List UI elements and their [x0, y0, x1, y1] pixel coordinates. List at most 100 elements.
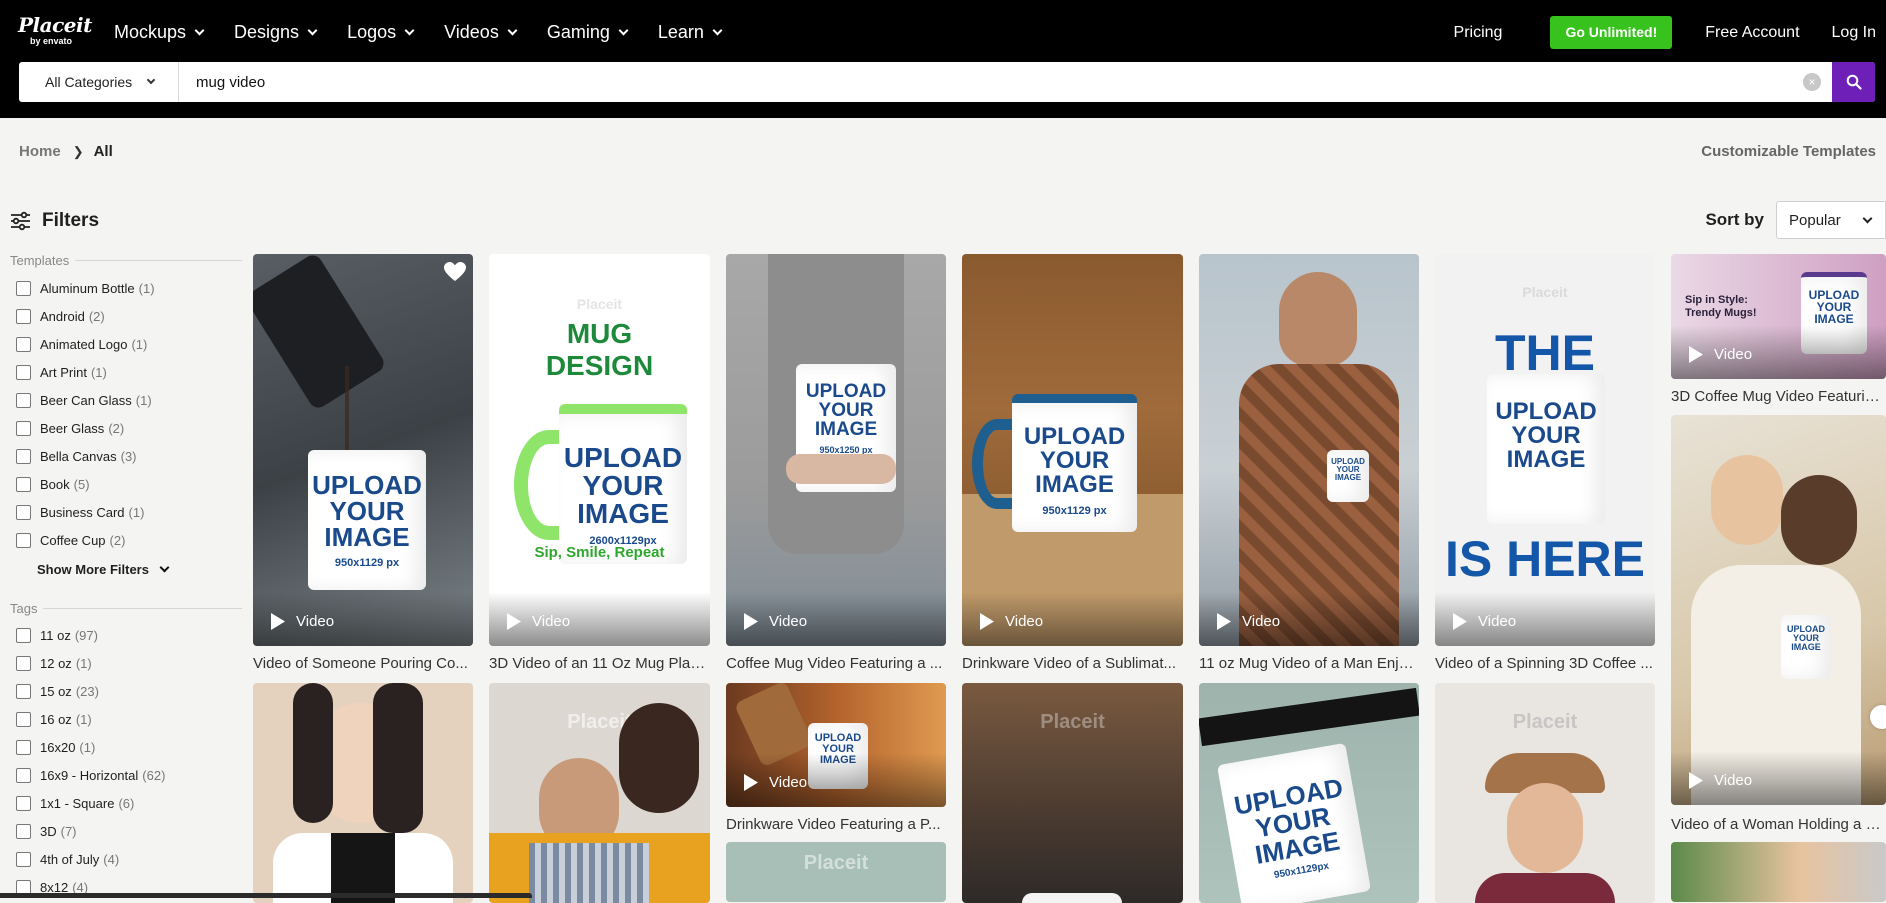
mug-size-text: 950x1129 px	[334, 557, 400, 569]
template-card[interactable]: UPLOAD YOUR IMAGE 950x1250 px Video	[726, 254, 946, 646]
filter-label: Animated Logo	[40, 336, 128, 352]
template-card[interactable]: UPLOADYOURIMAGE Video	[726, 683, 946, 807]
template-card[interactable]: Placeit	[1435, 683, 1655, 903]
template-card[interactable]: Placeit	[962, 683, 1183, 903]
filter-template-item[interactable]: Business Card (1)	[16, 498, 155, 526]
filter-template-item[interactable]: Bella Canvas (3)	[16, 442, 155, 470]
bottom-status-bar	[0, 893, 532, 898]
checkbox[interactable]	[16, 739, 31, 755]
filter-template-item[interactable]: Beer Glass (2)	[16, 414, 155, 442]
nav-logos[interactable]: Logos	[347, 20, 415, 44]
card-caption[interactable]: Drinkware Video Featuring a P...	[726, 816, 946, 833]
search-input[interactable]	[180, 62, 1800, 102]
filters-header[interactable]: Filters	[10, 210, 99, 232]
nav-gaming[interactable]: Gaming	[546, 20, 629, 44]
sort-dropdown[interactable]: Popular	[1776, 201, 1886, 239]
checkbox[interactable]	[16, 711, 31, 727]
checkbox[interactable]	[16, 683, 31, 699]
template-card[interactable]: Sip in Style: Trendy Mugs! UPLOAD YOUR IMA…	[1671, 254, 1886, 379]
template-card[interactable]: UPLOAD YOUR IMAGE 950x1129 px Video	[253, 254, 473, 646]
video-badge-label: Video	[1005, 613, 1044, 630]
filters-sliders-icon	[11, 211, 30, 231]
checkbox[interactable]	[16, 336, 31, 352]
checkbox[interactable]	[16, 280, 31, 296]
filter-count: (1)	[131, 336, 148, 352]
breadcrumb: Home ❯ All	[19, 143, 113, 160]
nav-learn[interactable]: Learn	[658, 20, 723, 44]
filter-tag-item[interactable]: 1x1 - Square (6)	[16, 789, 165, 817]
template-card[interactable]: Placeit MUG DESIGN UPLOAD YOUR IMAGE 2600x…	[489, 254, 710, 646]
chevron-down-icon	[146, 75, 156, 85]
heart-icon[interactable]	[444, 262, 466, 282]
filter-template-item[interactable]: Aluminum Bottle (1)	[16, 274, 155, 302]
checkbox[interactable]	[16, 823, 31, 839]
video-badge-label: Video	[1714, 346, 1753, 363]
card-caption[interactable]: Coffee Mug Video Featuring a ...	[726, 655, 946, 672]
checkbox[interactable]	[16, 767, 31, 783]
filter-tag-item[interactable]: 16x9 - Horizontal (62)	[16, 761, 165, 789]
checkbox[interactable]	[16, 364, 31, 380]
filter-count: (2)	[108, 420, 125, 436]
template-card[interactable]	[253, 683, 473, 903]
category-dropdown[interactable]: All Categories	[19, 62, 179, 102]
go-unlimited-button[interactable]: Go Unlimited!	[1550, 16, 1673, 49]
filter-template-item[interactable]: Beer Can Glass (1)	[16, 386, 155, 414]
template-card[interactable]: Placeit	[726, 842, 946, 902]
card-caption[interactable]: Video of Someone Pouring Co...	[253, 655, 473, 672]
card-caption[interactable]: 3D Video of an 11 Oz Mug Plac...	[489, 655, 710, 672]
play-icon	[1689, 346, 1703, 363]
pricing-link[interactable]: Pricing	[1454, 24, 1503, 42]
nav-videos[interactable]: Videos	[444, 20, 518, 44]
breadcrumb-home[interactable]: Home	[19, 143, 61, 160]
filter-tag-item[interactable]: 12 oz (1)	[16, 649, 165, 677]
filter-tag-item[interactable]: 11 oz (97)	[16, 621, 165, 649]
filter-template-item[interactable]: Coffee Cup (2)	[16, 526, 155, 554]
template-card[interactable]: UPLOAD YOUR IMAGE 950x1129px	[1199, 683, 1419, 903]
checkbox[interactable]	[16, 504, 31, 520]
search-button[interactable]	[1832, 62, 1875, 102]
nav-mockups[interactable]: Mockups	[114, 20, 205, 44]
filter-tag-item[interactable]: 4th of July (4)	[16, 845, 165, 873]
video-badge-label: Video	[296, 613, 335, 630]
template-card[interactable]: Placeit	[489, 683, 710, 903]
checkbox[interactable]	[16, 308, 31, 324]
show-more-filters-button[interactable]: Show More Filters	[37, 562, 170, 577]
filter-tag-item[interactable]: 16 oz (1)	[16, 705, 165, 733]
checkbox[interactable]	[16, 420, 31, 436]
template-card[interactable]: UPLOAD YOUR IMAGE 950x1129 px Video	[962, 254, 1183, 646]
template-card[interactable]: UPLOADYOURIMAGE Video	[1671, 415, 1886, 805]
video-badge: Video	[1217, 613, 1280, 630]
placeit-logo[interactable]: Placeit by envato	[18, 14, 92, 46]
card-caption[interactable]: 3D Coffee Mug Video Featuring...	[1671, 388, 1885, 405]
clear-search-icon[interactable]: ×	[1803, 73, 1821, 91]
nav-gaming-label: Gaming	[546, 21, 610, 42]
checkbox[interactable]	[16, 655, 31, 671]
checkbox[interactable]	[16, 448, 31, 464]
checkbox[interactable]	[16, 476, 31, 492]
card-caption[interactable]: Video of a Spinning 3D Coffee ...	[1435, 655, 1655, 672]
watermark-text: Placeit	[576, 296, 623, 312]
checkbox[interactable]	[16, 392, 31, 408]
filter-template-item[interactable]: Animated Logo (1)	[16, 330, 155, 358]
template-card[interactable]: UPLOADYOURIMAGE Video	[1199, 254, 1419, 646]
card-caption[interactable]: Drinkware Video of a Sublimat...	[962, 655, 1183, 672]
login-link[interactable]: Log In	[1832, 24, 1876, 42]
filter-tag-item[interactable]: 15 oz (23)	[16, 677, 165, 705]
nav-designs[interactable]: Designs	[234, 20, 318, 44]
chevron-down-icon	[507, 25, 518, 35]
filter-template-item[interactable]: Android (2)	[16, 302, 155, 330]
template-card[interactable]	[1671, 842, 1886, 902]
free-account-link[interactable]: Free Account	[1705, 24, 1799, 42]
filter-template-item[interactable]: Book (5)	[16, 470, 155, 498]
template-card[interactable]: Placeit THE MUG UPLOADYOURIMAGE IS HERE …	[1435, 254, 1655, 646]
checkbox[interactable]	[16, 795, 31, 811]
filter-template-item[interactable]: Art Print (1)	[16, 358, 155, 386]
mug-text-image: IMAGE	[814, 419, 878, 440]
checkbox[interactable]	[16, 851, 31, 867]
checkbox[interactable]	[16, 532, 31, 548]
filter-tag-item[interactable]: 16x20 (1)	[16, 733, 165, 761]
filter-tag-item[interactable]: 3D (7)	[16, 817, 165, 845]
card-caption[interactable]: 11 oz Mug Video of a Man Enjo...	[1199, 655, 1419, 672]
checkbox[interactable]	[16, 627, 31, 643]
card-caption[interactable]: Video of a Woman Holding a C...	[1671, 816, 1885, 833]
